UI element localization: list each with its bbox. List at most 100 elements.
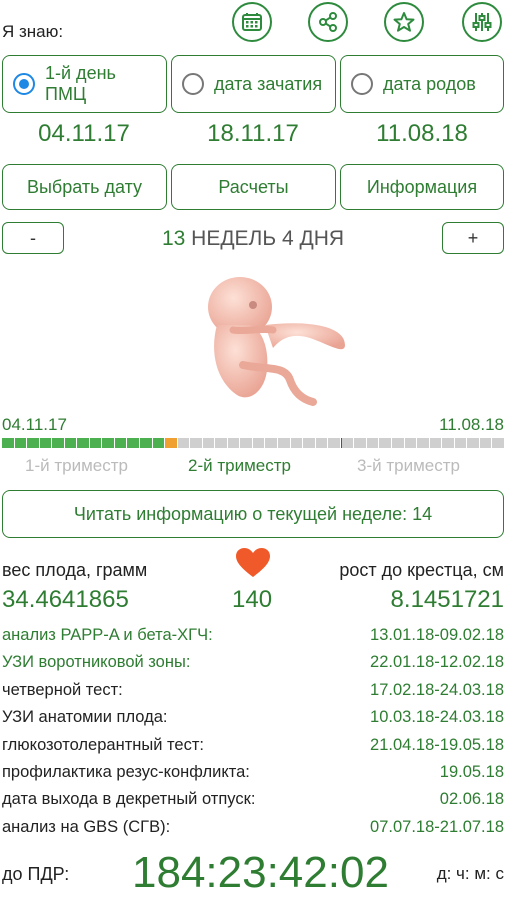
option-label: 1-й день ПМЦ (45, 63, 116, 104)
progress-segment (39, 438, 52, 448)
progress-segment (467, 438, 479, 448)
option-due-date[interactable]: дата родов (340, 55, 504, 113)
progress-segment (278, 438, 290, 448)
favorite-button[interactable] (384, 2, 424, 42)
read-current-week-button[interactable]: Читать информацию о текущей неделе: 14 (2, 490, 504, 538)
pregnancy-progress-bar (2, 438, 504, 448)
event-row: глюкозотолерантный тест: 21.04.18-19.05.1… (2, 736, 504, 755)
event-name: глюкозотолерантный тест: (2, 735, 204, 754)
heart-rate-value: 140 (232, 586, 273, 613)
progress-segment (77, 438, 89, 448)
progress-segment (14, 438, 27, 448)
progress-segment (265, 438, 278, 448)
option-first-day-lmp[interactable]: 1-й день ПМЦ (2, 55, 167, 113)
progress-segment (152, 438, 165, 448)
calculations-button[interactable]: Расчеты (171, 164, 336, 210)
progress-segment (102, 438, 114, 448)
radio-unselected-icon (351, 73, 373, 95)
progress-segment (366, 438, 379, 448)
radio-selected-icon (13, 73, 35, 95)
event-row: четверной тест: 17.02.18-24.03.18 (2, 681, 504, 700)
heart-icon (236, 548, 270, 577)
trimester-2-label: 2-й триместр (188, 456, 291, 475)
event-date: 22.01.18-12.02.18 (370, 653, 504, 672)
progress-segment (454, 438, 467, 448)
share-icon (319, 12, 337, 32)
progress-segment (240, 438, 252, 448)
progress-segment (227, 438, 240, 448)
height-label: рост до крестца, см (339, 560, 504, 580)
weight-value: 34.4641865 (2, 586, 129, 613)
calendar-icon (242, 13, 262, 31)
lmp-date: 04.11.17 (38, 120, 130, 147)
countdown-value: 184:23:42:02 (132, 848, 389, 897)
progress-segment (190, 438, 202, 448)
progress-segment (303, 438, 315, 448)
event-row: дата выхода в декретный отпуск: 02.06.18 (2, 790, 504, 809)
event-name: четверной тест: (2, 680, 123, 699)
progress-segment (391, 438, 404, 448)
progress-segment (177, 438, 190, 448)
event-date: 02.06.18 (439, 790, 504, 809)
progress-segment (442, 438, 454, 448)
countdown-units: д: ч: м: с (436, 864, 504, 883)
progress-segment (479, 438, 492, 448)
progress-segment (64, 438, 77, 448)
due-date: 11.08.18 (376, 120, 468, 147)
event-name: УЗИ воротниковой зоны: (2, 653, 191, 672)
choose-date-button[interactable]: Выбрать дату (2, 164, 167, 210)
height-value: 8.1451721 (390, 586, 504, 613)
progress-segment (215, 438, 227, 448)
progress-segment (340, 438, 354, 448)
progress-segment (89, 438, 102, 448)
event-row: профилактика резус-конфликта: 19.05.18 (2, 763, 504, 782)
event-name: УЗИ анатомии плода: (2, 708, 168, 727)
progress-segment (202, 438, 215, 448)
option-label: дата родов (383, 73, 476, 94)
event-name: анализ PAPP-A и бета-ХГЧ: (2, 626, 213, 644)
timeline-end: 11.08.18 (439, 415, 504, 434)
progress-segment (52, 438, 64, 448)
event-date: 17.02.18-24.03.18 (370, 680, 504, 699)
week-label: 13 НЕДЕЛЬ 4 ДНЯ (0, 227, 506, 251)
progress-segment (127, 438, 140, 448)
progress-segment (165, 438, 177, 448)
week-rest: НЕДЕЛЬ 4 ДНЯ (191, 227, 345, 250)
plus-button[interactable]: + (442, 222, 504, 254)
progress-segment (252, 438, 265, 448)
event-name: дата выхода в декретный отпуск: (2, 790, 256, 809)
star-icon (393, 12, 415, 32)
weight-label: вес плода, грамм (2, 560, 148, 580)
fetus-image (208, 277, 345, 406)
information-button[interactable]: Информация (340, 164, 504, 210)
settings-sliders-icon (472, 13, 492, 31)
calendar-button[interactable] (232, 2, 272, 42)
option-label: дата зачатия (214, 73, 323, 94)
event-date: 10.03.18-24.03.18 (370, 708, 504, 727)
event-date: 21.04.18-19.05.18 (370, 735, 504, 754)
trimester-3-label: 3-й триместр (357, 456, 460, 475)
progress-segment (417, 438, 429, 448)
progress-segment (27, 438, 39, 448)
progress-segment (379, 438, 391, 448)
progress-segment (2, 438, 14, 448)
share-button[interactable] (308, 2, 348, 42)
conception-date: 18.11.17 (207, 120, 299, 147)
progress-segment (354, 438, 366, 448)
option-conception-date[interactable]: дата зачатия (171, 55, 336, 113)
progress-segment (290, 438, 303, 448)
timeline-start: 04.11.17 (2, 415, 67, 434)
trimester-1-label: 1-й триместр (25, 456, 128, 475)
progress-segment (328, 438, 340, 448)
settings-button[interactable] (462, 2, 502, 42)
event-row: анализ PAPP-A и бета-ХГЧ: 13.01.18-09.02.… (2, 626, 504, 645)
event-row: анализ на GBS (СГВ): 07.07.18-21.07.18 (2, 818, 504, 837)
event-name: анализ на GBS (СГВ): (2, 817, 171, 836)
progress-segment (315, 438, 328, 448)
event-row: УЗИ воротниковой зоны: 22.01.18-12.02.18 (2, 653, 504, 672)
week-number: 13 (161, 227, 186, 250)
event-name: профилактика резус-конфликта: (2, 763, 250, 781)
event-date: 13.01.18-09.02.18 (370, 626, 504, 644)
radio-unselected-icon (182, 73, 204, 95)
i-know-label: Я знаю: (2, 22, 64, 41)
